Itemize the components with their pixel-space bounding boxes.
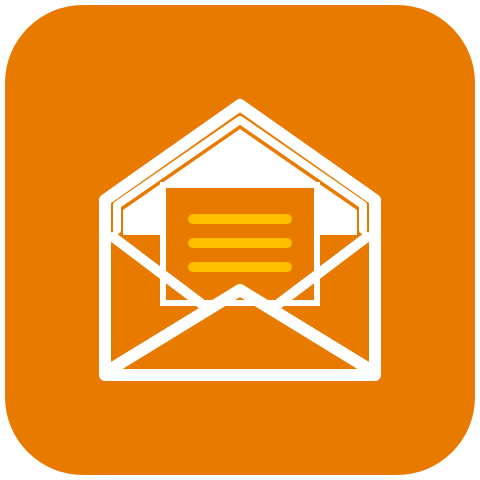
mail-app-icon[interactable]: [5, 5, 475, 475]
open-envelope-icon: [5, 5, 475, 475]
